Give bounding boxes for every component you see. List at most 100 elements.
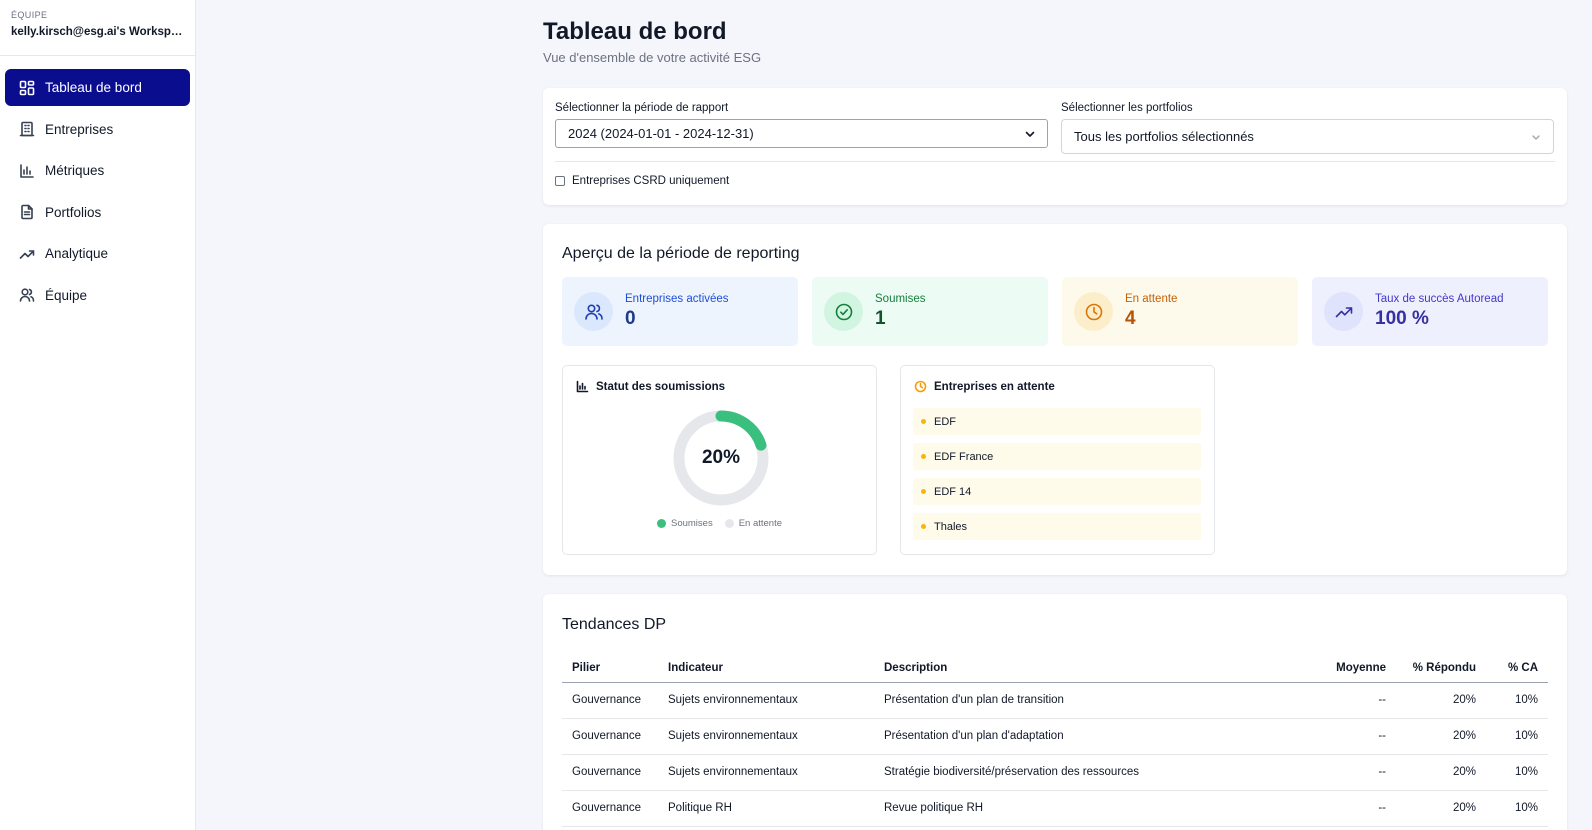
page-title: Tableau de bord <box>543 18 727 45</box>
users-icon <box>574 292 613 331</box>
column-header[interactable]: Moyenne <box>1306 655 1396 683</box>
cell-indicator: Politique RH <box>658 790 874 827</box>
bar-chart-icon <box>576 380 589 393</box>
pending-companies-panel: Entreprises en attente EDF EDF France ED… <box>900 365 1215 555</box>
cell-indicator: Sujets environnementaux <box>658 682 874 719</box>
page-subtitle: Vue d'ensemble de votre activité ESG <box>543 50 762 65</box>
column-header[interactable]: Indicateur <box>658 655 874 683</box>
overview-title: Aperçu de la période de reporting <box>562 245 800 262</box>
document-icon <box>21 204 33 220</box>
legend-dot <box>656 519 666 528</box>
cell-revenue: 10% <box>1486 682 1548 719</box>
sidebar-item-label: Métriques <box>45 163 105 178</box>
cell-answered: 20% <box>1396 790 1486 827</box>
donut-legend: Soumises En attente <box>563 518 876 529</box>
sidebar-item-dashboard[interactable]: Tableau de bord <box>5 69 190 106</box>
legend-item-submitted: Soumises <box>656 518 713 529</box>
list-item[interactable]: EDF 14 <box>913 478 1201 505</box>
pending-companies-header: Entreprises en attente <box>914 380 1055 393</box>
check-circle-icon <box>824 292 863 331</box>
table-row[interactable]: Gouvernance Politique RH Revue politique… <box>562 790 1548 827</box>
submission-status-header: Statut des soumissions <box>576 380 725 393</box>
sidebar-item-label: Portfolios <box>45 204 102 220</box>
sidebar-item-metrics[interactable]: Métriques <box>5 152 190 189</box>
table-row[interactable]: Gouvernance Sujets environnementaux Prés… <box>562 718 1548 755</box>
cell-answered: 20% <box>1396 754 1486 791</box>
sidebar-nav: Tableau de bord Entreprises Métriques Po… <box>0 56 195 331</box>
stat-value: 0 <box>625 308 636 329</box>
stat-value: 1 <box>875 308 886 329</box>
table-row[interactable]: Gouvernance Sujets environnementaux Stra… <box>562 754 1548 791</box>
cell-indicator: Sujets environnementaux <box>658 754 874 791</box>
sidebar-item-companies[interactable]: Entreprises <box>5 111 190 148</box>
stat-submitted: Soumises 1 <box>812 277 1048 346</box>
cell-revenue: 10% <box>1486 718 1548 755</box>
sidebar-item-label: Équipe <box>45 287 88 303</box>
team-switcher[interactable]: ÉQUIPE kelly.kirsch@esg.ai's Workspace <box>0 0 195 56</box>
csrd-checkbox[interactable] <box>555 176 565 186</box>
csrd-filter[interactable]: Entreprises CSRD uniquement <box>555 175 729 187</box>
stat-label: Entreprises activées <box>625 293 729 305</box>
table-header-row: Pilier Indicateur Description Moyenne % … <box>562 655 1548 683</box>
list-item[interactable]: EDF France <box>913 443 1201 470</box>
sidebar-item-label: Analytique <box>45 246 109 261</box>
cell-revenue: 10% <box>1486 754 1548 791</box>
legend-dot <box>724 519 734 528</box>
stat-label: Soumises <box>875 293 926 305</box>
stat-autoread-success: Taux de succès Autoread 100 % <box>1312 277 1548 346</box>
filters-divider <box>555 161 1555 162</box>
list-item[interactable]: Thales <box>913 513 1201 540</box>
cell-average: -- <box>1306 790 1396 827</box>
sidebar-item-portfolios[interactable]: Portfolios <box>5 194 190 231</box>
cell-pillar: Gouvernance <box>562 754 658 791</box>
stat-value: 4 <box>1125 308 1136 329</box>
status-dot <box>921 419 926 424</box>
trends-title: Tendances DP <box>562 616 667 633</box>
cell-revenue: 10% <box>1486 790 1548 827</box>
legend-label: Soumises <box>670 518 713 529</box>
sidebar: ÉQUIPE kelly.kirsch@esg.ai's Workspace T… <box>0 0 196 830</box>
status-dot <box>921 524 926 529</box>
reporting-overview-card: Aperçu de la période de reporting Entrep… <box>543 224 1567 575</box>
company-name: Thales <box>934 520 968 533</box>
period-select[interactable]: 2024 (2024-01-01 - 2024-12-31) <box>555 119 1048 148</box>
list-item[interactable]: EDF <box>913 408 1201 435</box>
cell-description: Stratégie biodiversité/préservation des … <box>874 754 1306 791</box>
portfolio-label: Sélectionner les portfolios <box>1061 102 1193 114</box>
portfolio-select-value: Tous les portfolios sélectionnés <box>1074 129 1254 144</box>
cell-pillar: Gouvernance <box>562 718 658 755</box>
portfolio-select[interactable]: Tous les portfolios sélectionnés <box>1061 119 1554 154</box>
submission-status-title: Statut des soumissions <box>596 380 726 393</box>
stat-label: En attente <box>1125 293 1178 305</box>
chevron-down-icon <box>1025 131 1035 137</box>
column-header[interactable]: % Répondu <box>1396 655 1486 683</box>
column-header[interactable]: % CA <box>1486 655 1548 683</box>
company-name: EDF <box>934 415 956 428</box>
column-header[interactable]: Description <box>874 655 1306 683</box>
chevron-down-icon <box>1532 134 1540 140</box>
clock-icon <box>1074 292 1113 331</box>
company-name: EDF France <box>934 450 994 463</box>
filters-card: Sélectionner la période de rapport 2024 … <box>543 88 1567 205</box>
cell-pillar: Gouvernance <box>562 682 658 719</box>
cell-description: Présentation d'un plan de transition <box>874 682 1306 719</box>
building-icon <box>19 121 35 137</box>
sidebar-item-team[interactable]: Équipe <box>5 277 190 314</box>
period-select-value: 2024 (2024-01-01 - 2024-12-31) <box>568 126 754 141</box>
stat-activated-companies: Entreprises activées 0 <box>562 277 798 346</box>
stat-value: 100 % <box>1375 308 1429 329</box>
cell-pillar: Gouvernance <box>562 790 658 827</box>
csrd-label: Entreprises CSRD uniquement <box>572 175 730 187</box>
sidebar-item-analytics[interactable]: Analytique <box>5 235 190 272</box>
column-header[interactable]: Pilier <box>562 655 658 683</box>
team-name[interactable]: kelly.kirsch@esg.ai's Workspace <box>11 26 184 38</box>
stat-label: Taux de succès Autoread <box>1375 293 1504 305</box>
cell-average: -- <box>1306 754 1396 791</box>
table-row[interactable]: Gouvernance Sujets environnementaux Prés… <box>562 682 1548 719</box>
users-icon <box>19 288 35 302</box>
sidebar-item-label: Entreprises <box>45 121 114 137</box>
company-name: EDF 14 <box>934 485 972 498</box>
team-caption: ÉQUIPE <box>11 10 48 20</box>
cell-description: Présentation d'un plan d'adaptation <box>874 718 1306 755</box>
period-label: Sélectionner la période de rapport <box>555 102 729 114</box>
